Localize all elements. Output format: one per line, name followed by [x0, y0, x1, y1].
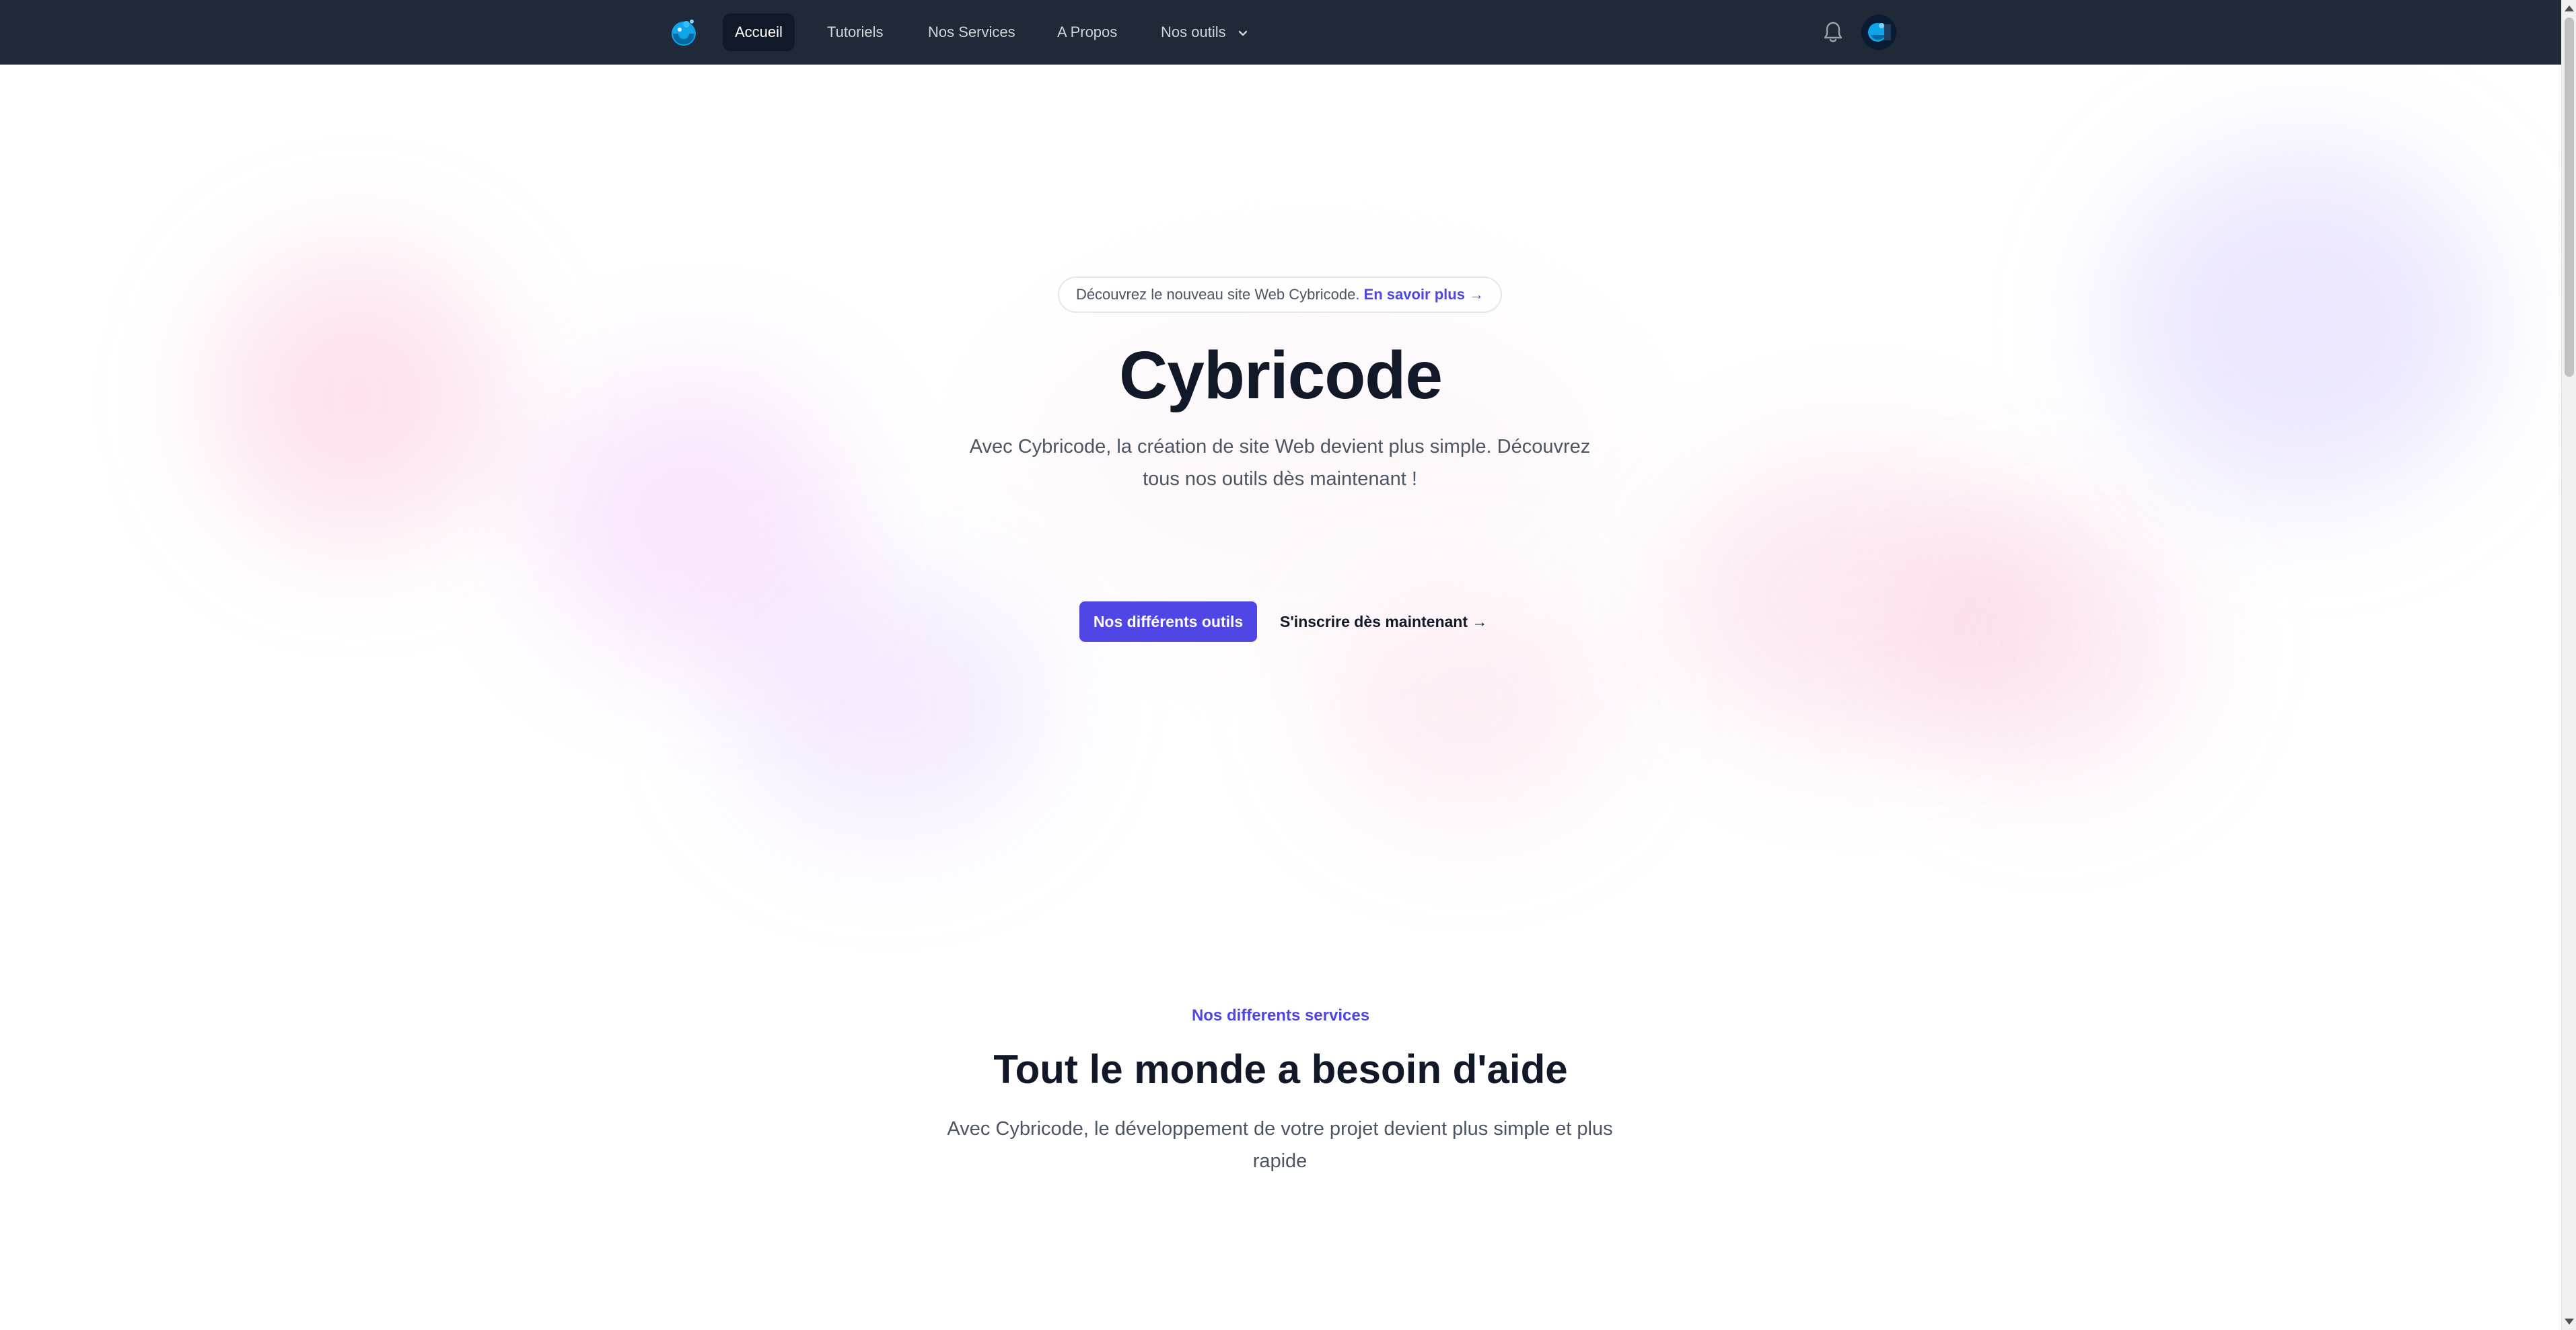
user-avatar[interactable]: [1861, 15, 1896, 50]
hero-title: Cybricode: [1118, 338, 1443, 413]
scroll-down-arrow-icon[interactable]: [2565, 1319, 2574, 1325]
page-scrollbar[interactable]: [2561, 0, 2576, 1330]
nav-item-nos-outils[interactable]: Nos outils: [1149, 13, 1261, 51]
announcement-text: Découvrez le nouveau site Web Cybricode.: [1075, 286, 1360, 303]
bell-icon[interactable]: [1822, 20, 1844, 44]
nav-item-accueil[interactable]: Accueil: [723, 13, 795, 51]
hero-section: Découvrez le nouveau site Web Cybricode.…: [0, 65, 2561, 939]
chevron-down-icon: [1238, 30, 1247, 36]
services-title: Tout le monde a besoin d'aide: [993, 1047, 1568, 1092]
announcement-link[interactable]: En savoir plus →: [1364, 286, 1484, 303]
scrollbar-thumb[interactable]: [2565, 17, 2574, 377]
nav-item-nos-outils-label: Nos outils: [1161, 24, 1226, 40]
page: Accueil Tutoriels Nos Services A Propos …: [0, 0, 2576, 1330]
tools-button[interactable]: Nos différents outils: [1079, 601, 1257, 642]
avatar-image-icon: [1861, 15, 1896, 50]
nav-item-tutoriels[interactable]: Tutoriels: [815, 13, 896, 51]
nav-item-a-propos[interactable]: A Propos: [1045, 13, 1129, 51]
nav-item-nos-services[interactable]: Nos Services: [916, 13, 1028, 51]
scroll-up-arrow-icon[interactable]: [2565, 5, 2574, 11]
services-subtitle: Avec Cybricode, le développement de votr…: [947, 1118, 1613, 1172]
services-kicker: Nos differents services: [1191, 1006, 1370, 1025]
cybricode-logo-icon[interactable]: [666, 15, 701, 50]
hero-subtitle: Avec Cybricode, la création de site Web …: [969, 436, 1591, 490]
signup-link[interactable]: S'inscrire dès maintenant →: [1280, 601, 1487, 642]
announcement-pill: Découvrez le nouveau site Web Cybricode.…: [1058, 276, 1502, 313]
top-navbar: Accueil Tutoriels Nos Services A Propos …: [0, 0, 2561, 65]
